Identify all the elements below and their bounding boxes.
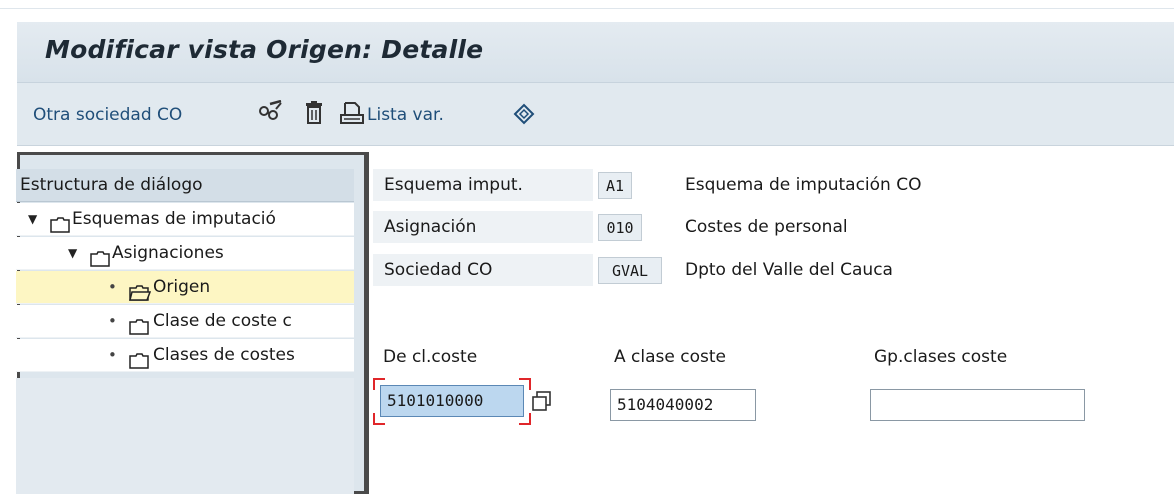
key-description-asignacion: Costes de personal <box>685 217 848 237</box>
tree-item-label: Origen <box>153 277 211 297</box>
focus-marker-bottom-left <box>373 413 385 425</box>
expanded-twisty-icon[interactable]: ▼ <box>28 203 37 235</box>
application-toolbar: Otra sociedad CO Lista var. <box>17 83 1174 146</box>
title-bar: Modificar vista Origen: Detalle <box>17 22 1174 83</box>
glasses-pencil-icon[interactable] <box>257 99 283 126</box>
key-label-esquema: Esquema imput. <box>373 169 593 202</box>
tree-item-origen[interactable]: • Origen <box>16 271 354 304</box>
folder-icon <box>50 212 70 235</box>
tree-item-label: Asignaciones <box>112 243 224 263</box>
key-label-asignacion: Asignación <box>373 211 593 244</box>
focus-marker-top-left <box>373 378 385 390</box>
open-folder-icon <box>129 280 152 303</box>
leaf-bullet-icon: • <box>108 278 117 296</box>
key-description-esquema: Esquema de imputación CO <box>685 175 922 195</box>
leaf-bullet-icon: • <box>108 346 117 364</box>
from-cost-element-label: De cl.coste <box>383 347 478 367</box>
window-top-strip <box>0 0 1174 9</box>
focus-marker-bottom-right <box>519 413 531 425</box>
tree-item-asignaciones[interactable]: ▼ Asignaciones <box>16 237 354 270</box>
to-cost-element-label: A clase coste <box>614 347 726 367</box>
trash-icon[interactable] <box>301 100 327 126</box>
tree-item-label: Clase de coste c <box>153 311 292 331</box>
leaf-bullet-icon: • <box>108 312 117 330</box>
key-description-sociedad: Dpto del Valle del Cauca <box>685 260 893 280</box>
tree-empty-area <box>16 378 354 494</box>
expanded-twisty-icon[interactable]: ▼ <box>68 237 77 269</box>
tree-item-esquemas[interactable]: ▼ Esquemas de imputació <box>16 203 354 236</box>
folder-icon <box>129 314 149 337</box>
tree-item-clases-de-costes[interactable]: • Clases de costes <box>16 339 354 372</box>
other-company-button[interactable]: Otra sociedad CO <box>33 103 182 127</box>
key-field-esquema[interactable]: A1 <box>598 172 632 199</box>
to-cost-element-input[interactable]: 5104040002 <box>610 389 756 421</box>
folder-icon <box>90 246 110 269</box>
dialog-structure-header: Estructura de diálogo <box>16 169 354 202</box>
from-cost-element-input[interactable]: 5101010000 <box>380 385 524 417</box>
cost-element-group-label: Gp.clases coste <box>874 347 1008 367</box>
key-field-sociedad[interactable]: GVAL <box>598 257 662 284</box>
key-field-asignacion[interactable]: 010 <box>598 214 642 241</box>
multiple-selection-icon[interactable] <box>530 389 554 413</box>
list-var-button[interactable]: Lista var. <box>367 103 444 127</box>
page-title: Modificar vista Origen: Detalle <box>45 35 484 64</box>
folder-icon <box>129 348 149 371</box>
key-label-sociedad: Sociedad CO <box>373 254 593 287</box>
tree-item-label: Clases de costes <box>153 345 295 365</box>
cost-element-group-input[interactable] <box>870 389 1085 421</box>
printer-icon[interactable] <box>339 100 365 126</box>
selection-arrows-icon[interactable] <box>511 100 537 126</box>
tree-item-clase-de-coste[interactable]: • Clase de coste c <box>16 305 354 338</box>
tree-item-label: Esquemas de imputació <box>72 209 276 229</box>
